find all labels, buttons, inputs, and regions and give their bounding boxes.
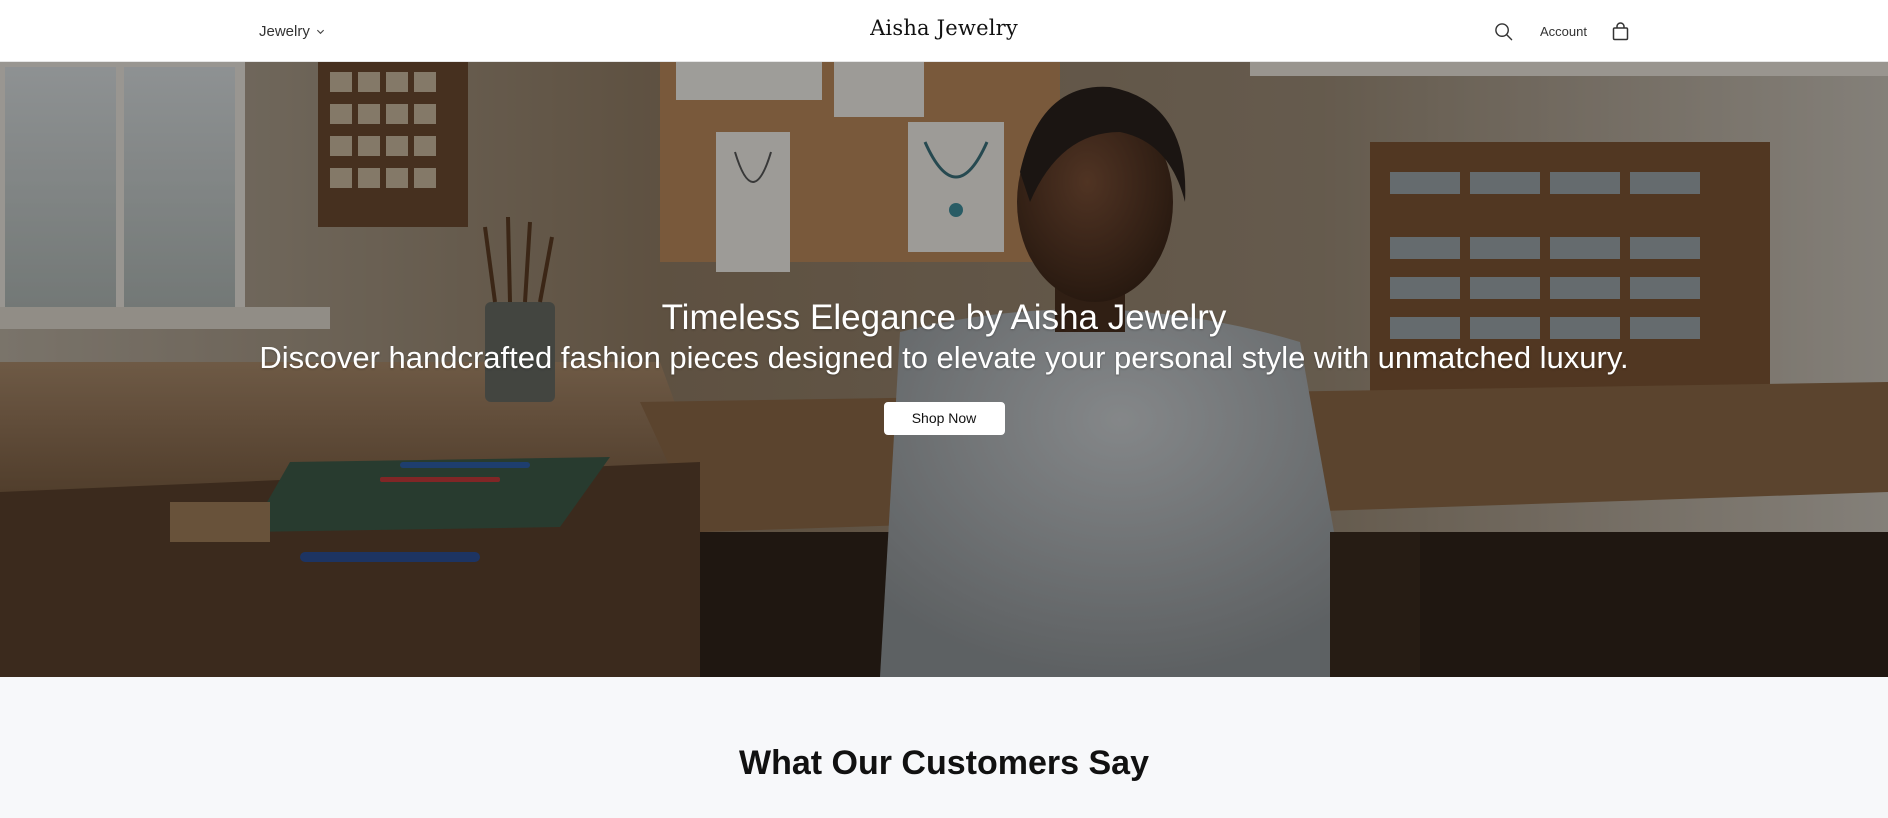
brand-name[interactable]: Aisha Jewelry xyxy=(870,16,1018,40)
account-link[interactable]: Account xyxy=(1540,24,1587,39)
search-icon xyxy=(1494,22,1512,40)
shopping-bag-icon xyxy=(1613,21,1629,40)
cart-button[interactable] xyxy=(1609,19,1633,43)
jewelry-menu-label: Jewelry xyxy=(259,22,310,40)
chevron-down-icon xyxy=(316,29,324,35)
hero-subtitle: Discover handcrafted fashion pieces desi… xyxy=(259,340,1629,375)
header-actions: Account xyxy=(1491,19,1633,43)
jewelry-menu-toggle[interactable]: Jewelry xyxy=(259,20,325,42)
site-header: Jewelry Aisha Jewelry Account xyxy=(0,0,1888,62)
hero-content: Timeless Elegance by Aisha Jewelry Disco… xyxy=(0,298,1888,435)
search-button[interactable] xyxy=(1491,19,1515,43)
testimonials-title: What Our Customers Say xyxy=(739,744,1149,782)
hero-banner: Timeless Elegance by Aisha Jewelry Disco… xyxy=(0,62,1888,677)
testimonials-section: What Our Customers Say xyxy=(0,677,1888,818)
shop-now-button[interactable]: Shop Now xyxy=(883,402,1005,435)
hero-title: Timeless Elegance by Aisha Jewelry xyxy=(661,298,1227,337)
